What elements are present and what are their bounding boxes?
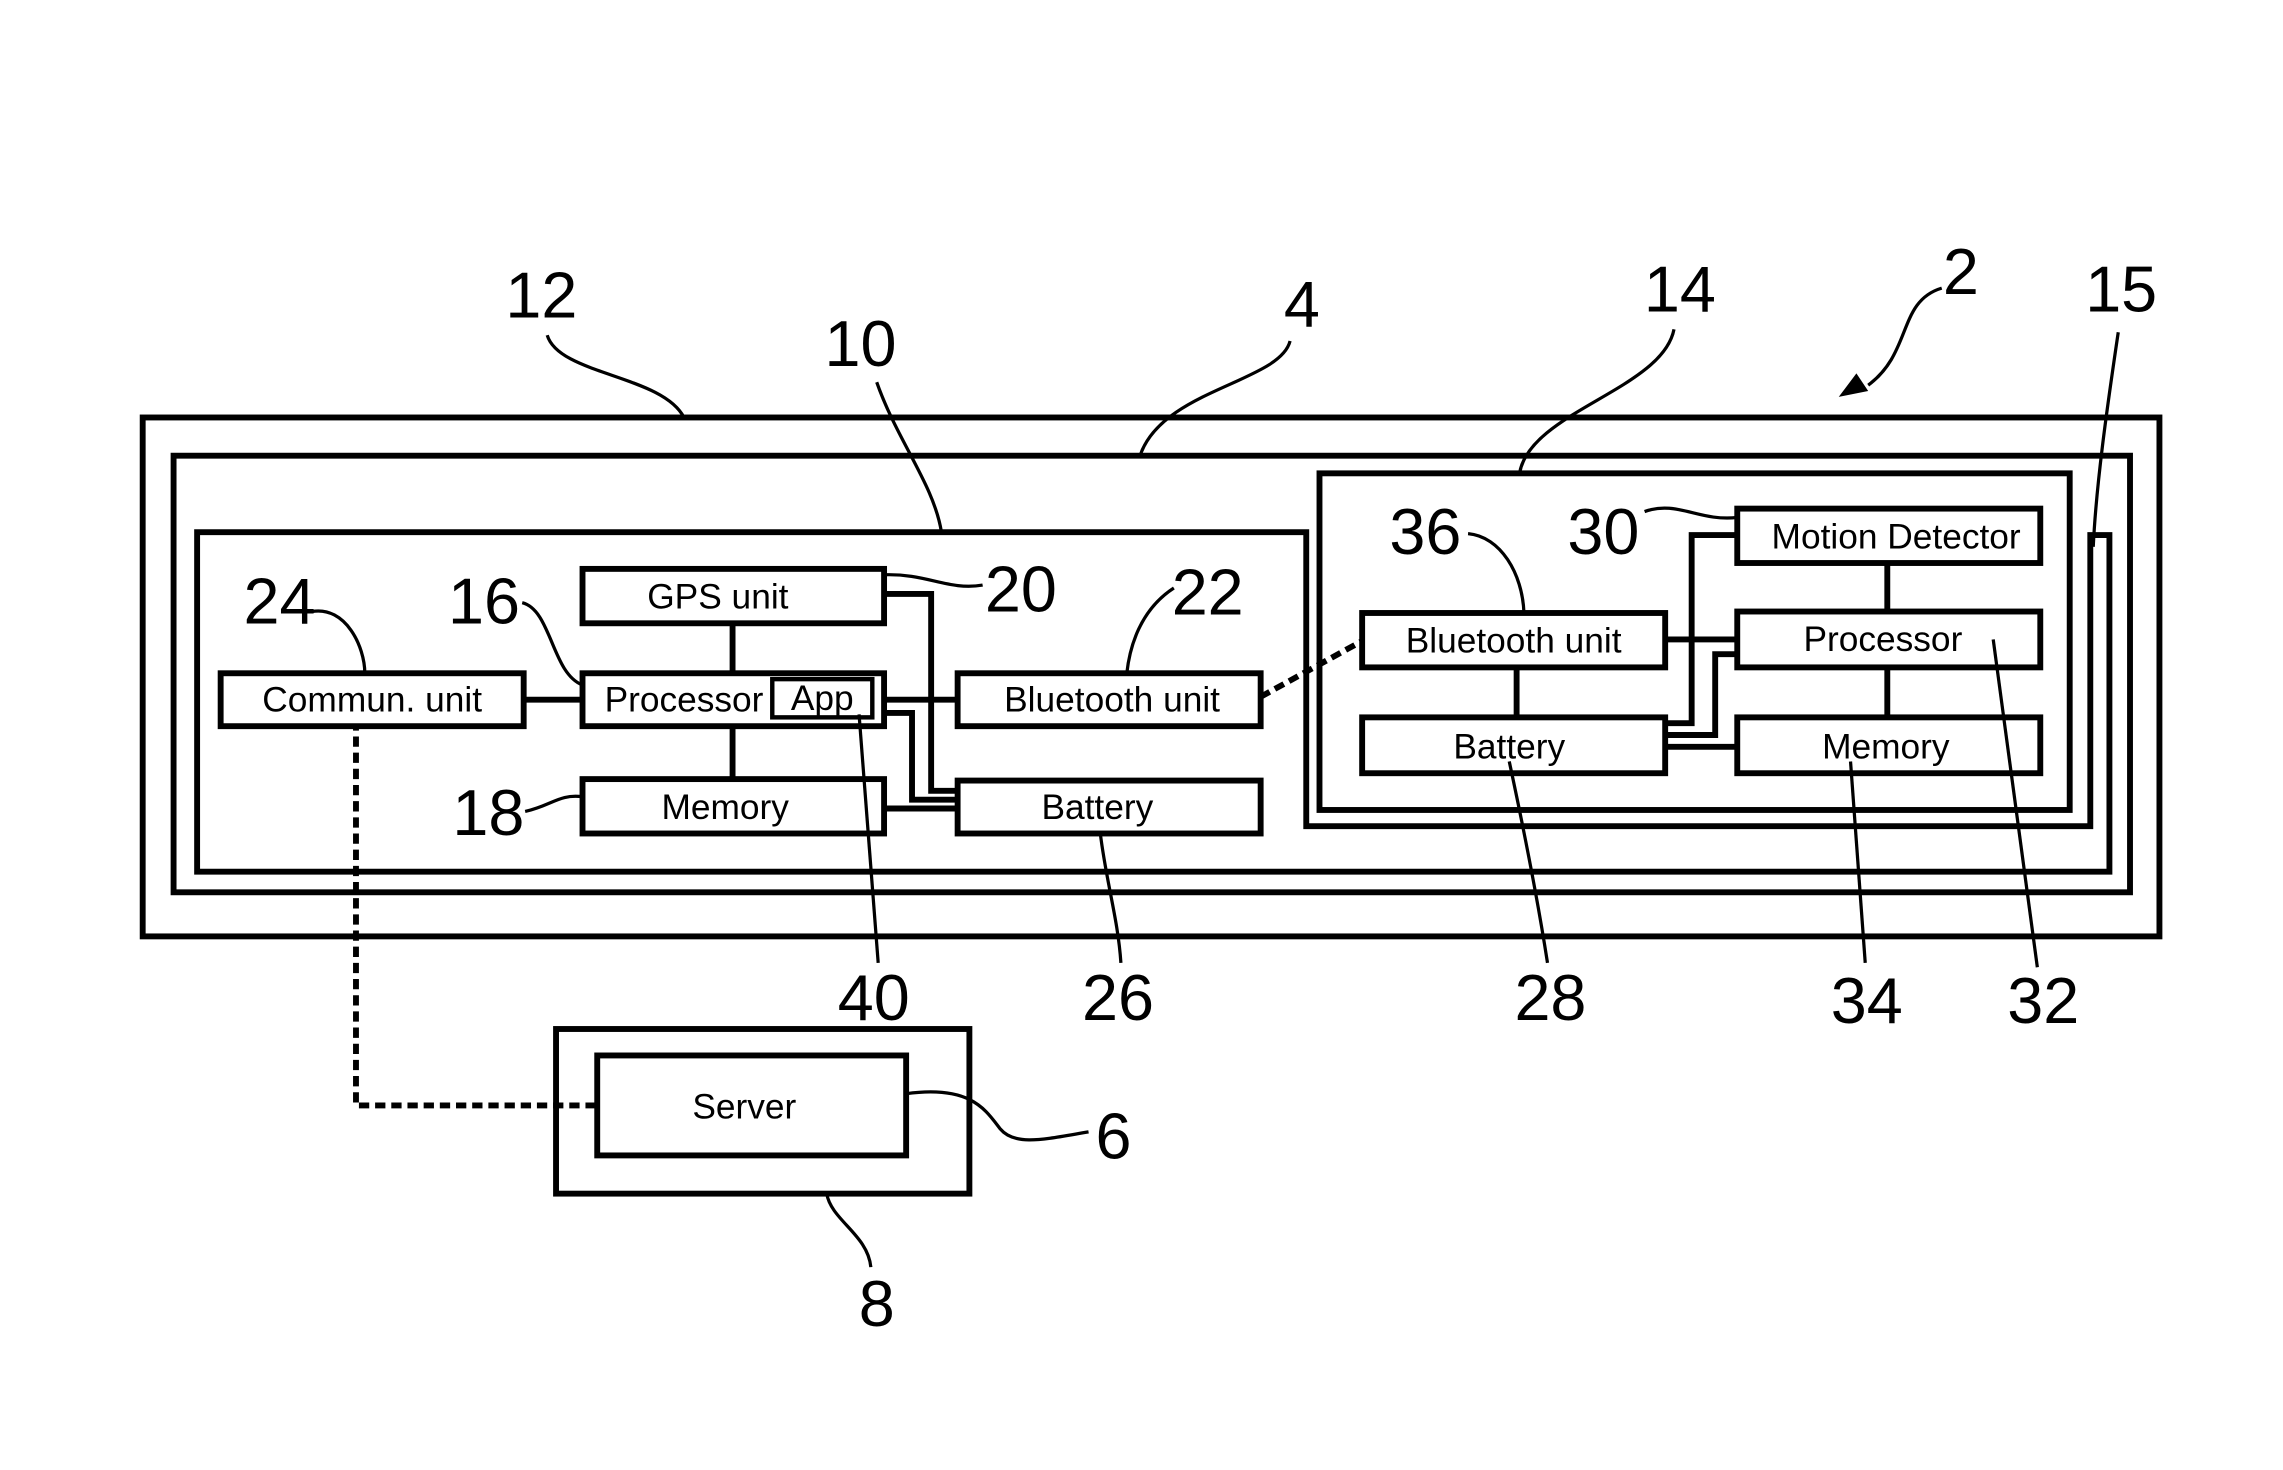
leader-32	[1991, 639, 2039, 968]
leader-14	[1517, 328, 1676, 474]
commun-unit-label: Commun. unit	[262, 680, 482, 719]
leader-12	[545, 334, 686, 419]
leader-15	[2091, 331, 2120, 547]
ref-20: 20	[985, 553, 1057, 626]
leader-40	[857, 714, 880, 963]
wire-gps-battery	[884, 590, 958, 794]
leader-30	[1644, 506, 1738, 520]
ref-36: 36	[1389, 495, 1461, 568]
gps-unit-label: GPS unit	[647, 578, 788, 617]
leader-6	[905, 1090, 1089, 1142]
server-label: Server	[692, 1088, 796, 1127]
wire-processor-battery	[884, 710, 958, 803]
arrow-2	[1838, 373, 1869, 397]
leader-22	[1125, 586, 1175, 674]
ref-26: 26	[1082, 961, 1154, 1034]
battery-label: Battery	[1041, 788, 1153, 827]
bluetooth-unit-label: Bluetooth unit	[1004, 680, 1220, 719]
app-label: App	[791, 679, 854, 718]
ref-14: 14	[1644, 253, 1716, 326]
module-battery-label: Battery	[1453, 728, 1565, 767]
ref-40: 40	[838, 961, 910, 1034]
ref-32: 32	[2007, 964, 2079, 1037]
ref-12: 12	[505, 259, 577, 332]
leader-8	[825, 1193, 873, 1268]
leader-36	[1467, 531, 1526, 614]
leader-4	[1138, 340, 1292, 457]
memory-label: Memory	[661, 788, 789, 827]
leader-24	[311, 609, 367, 674]
ref-24: 24	[244, 564, 316, 637]
module-memory-label: Memory	[1822, 728, 1950, 767]
ref-28: 28	[1514, 961, 1586, 1034]
module-bluetooth-label: Bluetooth unit	[1406, 622, 1622, 661]
leader-16	[521, 601, 584, 687]
ref-30: 30	[1567, 495, 1639, 568]
ref-4: 4	[1284, 267, 1320, 340]
ref-16: 16	[448, 564, 520, 637]
leader-28	[1507, 761, 1550, 964]
leader-2	[1867, 286, 1943, 387]
ref-8: 8	[859, 1267, 895, 1340]
ref-6: 6	[1096, 1099, 1132, 1172]
leader-18	[524, 794, 583, 814]
wire-battery-motion	[1665, 532, 1738, 727]
motion-detector-label: Motion Detector	[1772, 517, 2021, 556]
leader-20	[884, 573, 983, 588]
leader-34	[1848, 761, 1867, 963]
ref-34: 34	[1831, 964, 1903, 1037]
leader-26	[1098, 833, 1123, 963]
ref-10: 10	[825, 307, 897, 380]
bluetooth-link	[1259, 638, 1364, 700]
processor-label: Processor	[605, 680, 764, 719]
ref-22: 22	[1172, 555, 1244, 628]
module-processor-label: Processor	[1803, 620, 1962, 659]
ref-2: 2	[1943, 235, 1979, 308]
block-diagram: Commun. unit GPS unit Processor App Memo…	[139, 235, 2163, 1340]
ref-18: 18	[452, 776, 524, 849]
ref-15: 15	[2085, 253, 2157, 326]
